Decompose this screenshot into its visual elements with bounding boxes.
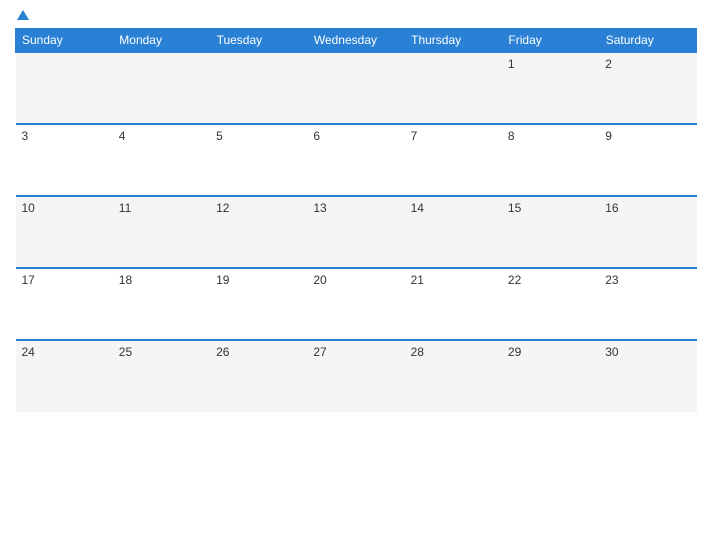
calendar-day-cell: 13 [307, 196, 404, 268]
day-number: 4 [119, 129, 126, 143]
day-number: 19 [216, 273, 229, 287]
day-number: 8 [508, 129, 515, 143]
calendar-day-cell: 26 [210, 340, 307, 412]
calendar-day-cell: 6 [307, 124, 404, 196]
day-number: 26 [216, 345, 229, 359]
calendar-day-cell: 19 [210, 268, 307, 340]
calendar-day-cell [405, 52, 502, 124]
day-number: 21 [411, 273, 424, 287]
day-number: 11 [119, 201, 131, 215]
day-number: 2 [605, 57, 612, 71]
day-number: 29 [508, 345, 521, 359]
calendar-day-cell: 20 [307, 268, 404, 340]
day-number: 23 [605, 273, 618, 287]
day-number: 22 [508, 273, 521, 287]
calendar-week-row: 3 4 5 6 7 8 9 [16, 124, 697, 196]
day-number: 7 [411, 129, 418, 143]
day-of-week-header: Sunday [16, 29, 113, 53]
calendar-day-cell: 16 [599, 196, 696, 268]
day-number: 28 [411, 345, 424, 359]
day-number: 20 [313, 273, 326, 287]
calendar-day-cell: 21 [405, 268, 502, 340]
day-number: 16 [605, 201, 618, 215]
day-number: 15 [508, 201, 521, 215]
calendar-day-cell: 29 [502, 340, 599, 412]
day-number: 27 [313, 345, 326, 359]
calendar-day-cell: 30 [599, 340, 696, 412]
day-number: 17 [22, 273, 35, 287]
calendar-day-cell: 27 [307, 340, 404, 412]
day-number: 3 [22, 129, 29, 143]
calendar-day-cell [307, 52, 404, 124]
calendar-day-cell: 1 [502, 52, 599, 124]
days-of-week-row: SundayMondayTuesdayWednesdayThursdayFrid… [16, 29, 697, 53]
day-number: 13 [313, 201, 326, 215]
calendar-week-row: 24 25 26 27 28 29 30 [16, 340, 697, 412]
day-of-week-header: Friday [502, 29, 599, 53]
calendar-week-row: 10 11 12 13 14 15 16 [16, 196, 697, 268]
calendar-week-row: 17 18 19 20 21 22 23 [16, 268, 697, 340]
calendar-day-cell: 3 [16, 124, 113, 196]
header [15, 10, 697, 20]
logo [15, 10, 29, 20]
calendar-day-cell: 7 [405, 124, 502, 196]
calendar-day-cell [16, 52, 113, 124]
day-number: 1 [508, 57, 515, 71]
calendar-day-cell: 10 [16, 196, 113, 268]
day-of-week-header: Saturday [599, 29, 696, 53]
day-of-week-header: Thursday [405, 29, 502, 53]
calendar-day-cell: 17 [16, 268, 113, 340]
calendar-day-cell: 25 [113, 340, 210, 412]
day-number: 30 [605, 345, 618, 359]
calendar-day-cell: 15 [502, 196, 599, 268]
day-number: 25 [119, 345, 132, 359]
day-number: 5 [216, 129, 223, 143]
calendar-day-cell: 4 [113, 124, 210, 196]
calendar-week-row: 12 [16, 52, 697, 124]
calendar-day-cell: 8 [502, 124, 599, 196]
day-number: 24 [22, 345, 35, 359]
calendar-body: 1234567891011121314151617181920212223242… [16, 52, 697, 412]
calendar-day-cell: 22 [502, 268, 599, 340]
calendar-table: SundayMondayTuesdayWednesdayThursdayFrid… [15, 28, 697, 412]
day-of-week-header: Wednesday [307, 29, 404, 53]
day-of-week-header: Monday [113, 29, 210, 53]
calendar-day-cell [210, 52, 307, 124]
calendar-day-cell [113, 52, 210, 124]
calendar-day-cell: 18 [113, 268, 210, 340]
calendar-day-cell: 28 [405, 340, 502, 412]
calendar-day-cell: 14 [405, 196, 502, 268]
day-number: 10 [22, 201, 35, 215]
day-number: 9 [605, 129, 612, 143]
logo-triangle-icon [17, 10, 29, 20]
calendar-day-cell: 24 [16, 340, 113, 412]
calendar-day-cell: 23 [599, 268, 696, 340]
day-number: 12 [216, 201, 229, 215]
day-number: 6 [313, 129, 320, 143]
calendar-day-cell: 5 [210, 124, 307, 196]
day-number: 18 [119, 273, 132, 287]
calendar-day-cell: 2 [599, 52, 696, 124]
day-number: 14 [411, 201, 424, 215]
calendar-day-cell: 11 [113, 196, 210, 268]
calendar-day-cell: 9 [599, 124, 696, 196]
page: SundayMondayTuesdayWednesdayThursdayFrid… [0, 0, 712, 550]
calendar-day-cell: 12 [210, 196, 307, 268]
day-of-week-header: Tuesday [210, 29, 307, 53]
calendar-header: SundayMondayTuesdayWednesdayThursdayFrid… [16, 29, 697, 53]
